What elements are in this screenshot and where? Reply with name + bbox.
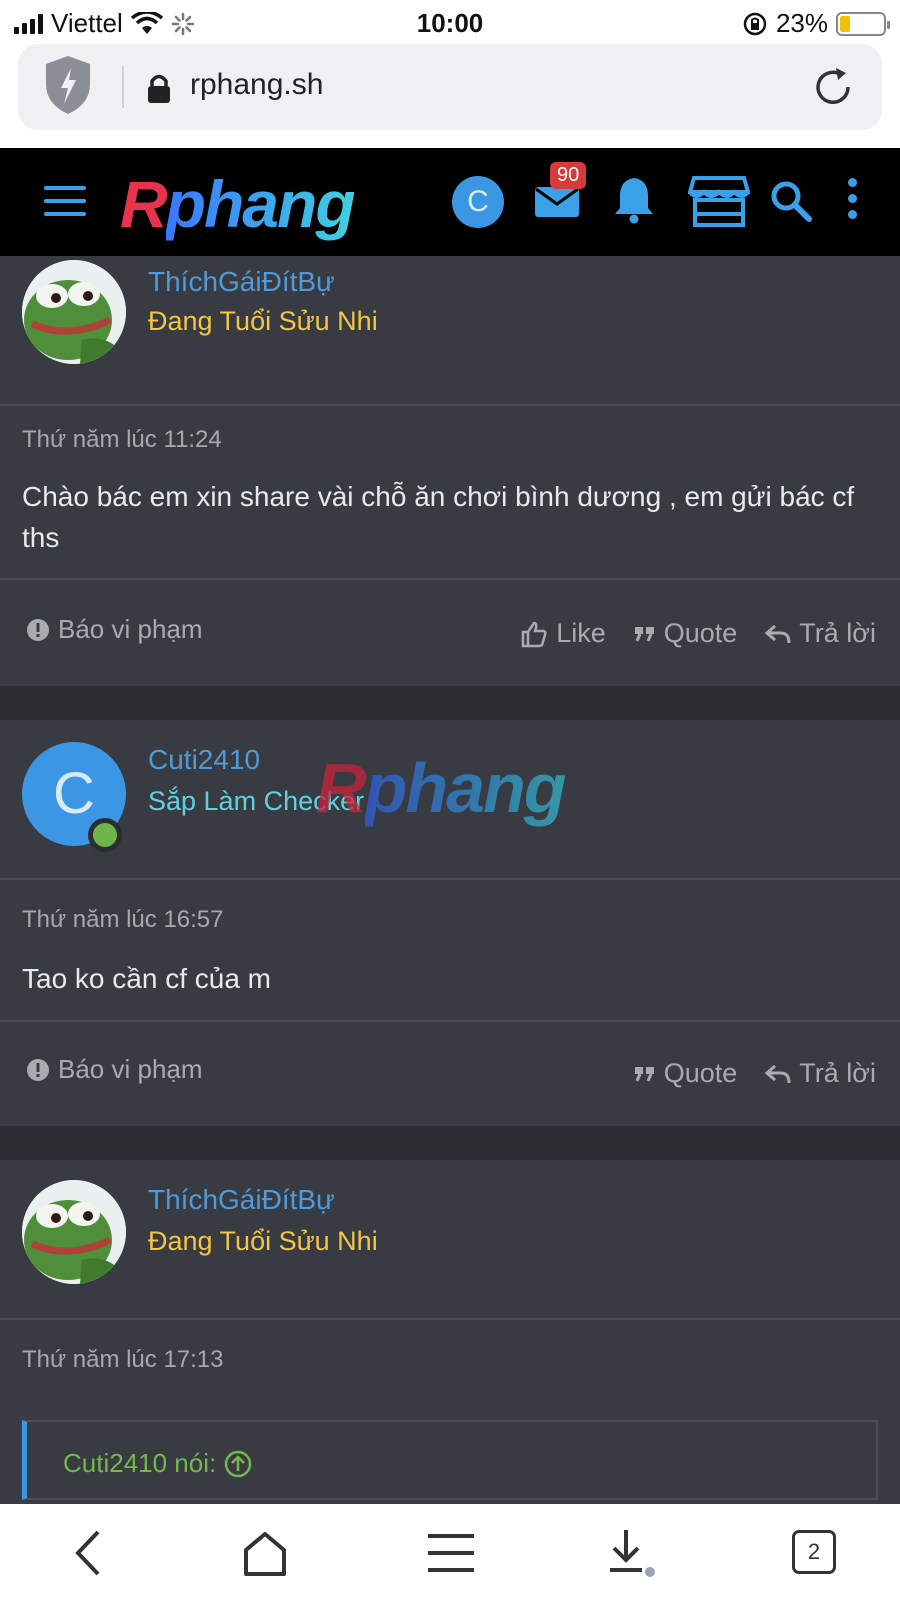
download-icon[interactable] <box>604 1526 658 1580</box>
post-action-group: Like Quote Trả lời <box>520 618 876 649</box>
tabs-button[interactable]: 2 <box>792 1530 836 1574</box>
back-icon[interactable] <box>62 1526 116 1580</box>
url-text[interactable]: rphang.sh <box>190 68 323 102</box>
frog-avatar[interactable] <box>22 1180 126 1284</box>
frog-avatar-image <box>22 260 126 364</box>
post-username[interactable]: ThíchGáiĐítBự <box>148 266 335 298</box>
store-icon[interactable] <box>688 174 750 228</box>
browser-address-area: rphang.sh <box>0 44 900 148</box>
status-right: 23% <box>742 8 890 39</box>
post-user-title: Đang Tuổi Sửu Nhi <box>148 1226 378 1256</box>
reload-icon[interactable] <box>810 64 856 110</box>
like-button[interactable]: Like <box>520 618 606 649</box>
battery-percent: 23% <box>775 8 828 38</box>
status-bar: Viettel 10:00 23% <box>0 0 900 44</box>
more-options-icon[interactable] <box>848 178 858 220</box>
post-actions: Báo vi phạm Quote Trả lời <box>0 1022 900 1122</box>
orientation-lock-icon <box>743 12 767 35</box>
reply-button[interactable]: Trả lời <box>765 618 876 649</box>
home-icon[interactable] <box>238 1526 292 1580</box>
post-card: ThíchGáiĐítBự Đang Tuổi Sửu Nhi Thứ năm … <box>0 256 900 686</box>
address-bar[interactable]: rphang.sh <box>18 44 882 130</box>
arrow-up-circle-icon <box>224 1450 252 1477</box>
bell-icon[interactable] <box>612 174 656 224</box>
post-message: Chào bác em xin share vài chỗ ăn chơi bì… <box>22 481 855 553</box>
report-button[interactable]: Báo vi phạm <box>26 1054 203 1085</box>
inbox-badge: 90 <box>550 162 587 189</box>
quote-block: Cuti2410 nói: <box>22 1420 878 1500</box>
quote-button[interactable]: Quote <box>634 1058 737 1089</box>
address-divider <box>122 66 124 108</box>
post-username[interactable]: Cuti2410 <box>148 744 260 776</box>
post-timestamp[interactable]: Thứ năm lúc 17:13 <box>22 1346 224 1374</box>
alert-icon <box>27 1058 49 1081</box>
site-header: Rphang C 90 <box>0 148 900 256</box>
post-actions: Báo vi phạm Like Quote Trả lời <box>0 580 900 680</box>
browser-toolbar: 2 <box>0 1504 900 1600</box>
menu-lines-icon[interactable] <box>424 1526 478 1580</box>
reply-icon <box>765 624 791 643</box>
alert-icon <box>27 618 49 641</box>
lock-icon <box>148 74 170 103</box>
post-user-title: Đang Tuổi Sửu Nhi <box>148 306 378 336</box>
quote-icon <box>634 626 654 642</box>
shield-icon[interactable] <box>42 54 94 116</box>
site-logo[interactable]: Rphang <box>120 166 356 242</box>
battery-icon <box>836 11 890 36</box>
post-username[interactable]: ThíchGáiĐítBự <box>148 1184 335 1216</box>
frog-avatar-image <box>22 1180 126 1284</box>
account-avatar[interactable]: C <box>452 176 504 228</box>
post-timestamp[interactable]: Thứ năm lúc 16:57 <box>22 906 224 934</box>
quote-source-link[interactable]: Cuti2410 nói: <box>63 1448 252 1479</box>
post-timestamp[interactable]: Thứ năm lúc 11:24 <box>22 426 222 454</box>
search-icon[interactable] <box>770 180 812 222</box>
inbox-icon[interactable] <box>534 184 580 218</box>
menu-icon[interactable] <box>44 186 86 218</box>
post-card: ThíchGáiĐítBự Đang Tuổi Sửu Nhi Thứ năm … <box>0 1160 900 1504</box>
reply-button[interactable]: Trả lời <box>765 1058 876 1089</box>
thumbs-up-icon <box>521 621 547 647</box>
post-message: Tao ko cần cf của m <box>22 963 272 994</box>
watermark-logo: Rphang <box>316 749 567 827</box>
post-user-block: ThíchGáiĐítBự Đang Tuổi Sửu Nhi <box>0 1160 900 1320</box>
post-action-group: Quote Trả lời <box>634 1058 876 1089</box>
quote-icon <box>634 1066 654 1082</box>
quote-button[interactable]: Quote <box>634 618 737 649</box>
report-button[interactable]: Báo vi phạm <box>26 614 203 645</box>
frog-avatar[interactable] <box>22 260 126 364</box>
post-user-block: ThíchGáiĐítBự Đang Tuổi Sửu Nhi <box>0 256 900 406</box>
online-status-icon <box>88 818 122 852</box>
reply-icon <box>765 1064 791 1083</box>
